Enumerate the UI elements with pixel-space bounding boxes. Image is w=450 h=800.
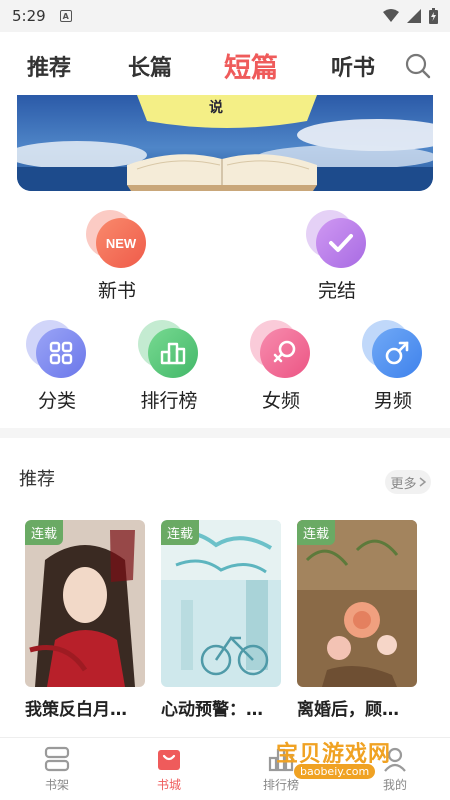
top-tabs: 推荐 长篇 短篇 听书 xyxy=(0,32,450,96)
store-bag-icon xyxy=(158,750,180,770)
book-cover: 连载 xyxy=(25,520,145,687)
tab-recommend[interactable]: 推荐 xyxy=(27,50,71,82)
nav-bookstore[interactable]: 书城 xyxy=(134,746,204,793)
watermark: 宝贝游戏网 baobeiy.com xyxy=(272,736,432,784)
book-card[interactable]: 连载 我策反白月… xyxy=(25,520,145,720)
more-label: 更多 xyxy=(390,476,417,492)
banner-text: 说 xyxy=(209,100,223,116)
book-title: 心动预警：… xyxy=(161,700,263,720)
signal-icon xyxy=(407,9,421,23)
tab-long[interactable]: 长篇 xyxy=(128,50,172,82)
status-time: 5:29 xyxy=(12,7,46,25)
entry-male[interactable]: 男频 xyxy=(348,320,438,413)
book-cover: 连载 xyxy=(161,520,281,687)
entry-label: 排行榜 xyxy=(140,390,198,412)
book-card[interactable]: 连载 离婚后，顾… xyxy=(297,520,417,720)
entry-label: 男频 xyxy=(373,390,412,412)
nav-bookshelf[interactable]: 书架 xyxy=(22,746,92,793)
status-icons xyxy=(383,8,438,24)
battery-icon xyxy=(429,8,438,24)
search-icon[interactable] xyxy=(404,52,432,80)
entry-new-books[interactable]: NEW 新书 xyxy=(72,210,162,303)
entry-label: 新书 xyxy=(97,280,136,302)
status-badge: 连载 xyxy=(297,520,336,545)
entry-ranking[interactable]: 排行榜 xyxy=(124,320,214,413)
chart-icon xyxy=(148,328,198,378)
check-icon xyxy=(316,218,366,268)
female-icon xyxy=(260,328,310,378)
watermark-url: baobeiy.com xyxy=(294,764,376,779)
nav-label: 书架 xyxy=(44,778,69,792)
chevron-right-icon xyxy=(419,477,426,487)
entry-label: 完结 xyxy=(317,280,356,302)
book-title: 我策反白月… xyxy=(25,700,127,720)
status-badge: 连载 xyxy=(161,520,200,545)
notification-a-icon: A xyxy=(59,10,72,22)
entry-female[interactable]: 女频 xyxy=(236,320,326,413)
tab-short[interactable]: 短篇 xyxy=(224,46,278,85)
status-bar: 5:29 A xyxy=(0,0,450,32)
recommend-title: 推荐 xyxy=(19,469,55,490)
wifi-icon xyxy=(383,9,399,22)
book-cover: 连载 xyxy=(297,520,417,687)
nav-label: 书城 xyxy=(156,778,181,792)
book-title: 离婚后，顾… xyxy=(297,700,399,720)
status-badge: 连载 xyxy=(25,520,64,545)
male-icon xyxy=(372,328,422,378)
section-divider xyxy=(0,428,450,438)
book-card[interactable]: 连载 心动预警：… xyxy=(161,520,281,720)
entry-label: 女频 xyxy=(261,390,300,412)
entry-completed[interactable]: 完结 xyxy=(292,210,382,303)
tab-audio[interactable]: 听书 xyxy=(331,50,375,82)
banner[interactable]: 说 xyxy=(17,95,433,191)
more-button[interactable]: 更多 xyxy=(385,470,431,494)
entry-label: 分类 xyxy=(37,390,76,412)
new-icon: NEW xyxy=(96,218,146,268)
grid-icon xyxy=(36,328,86,378)
entry-category[interactable]: 分类 xyxy=(12,320,102,413)
bookshelf-icon xyxy=(44,746,70,772)
banner-image xyxy=(17,95,433,191)
